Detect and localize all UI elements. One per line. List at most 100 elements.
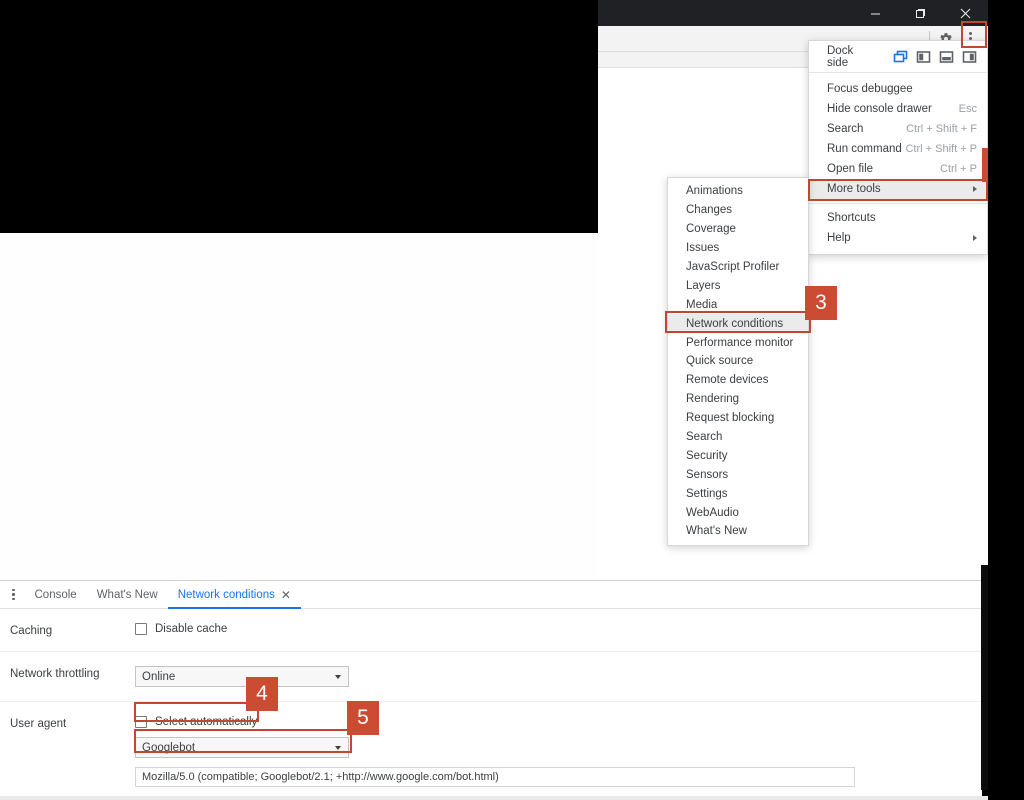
menu-item-label: Search bbox=[827, 123, 864, 135]
submenu-item-javascript-profiler[interactable]: JavaScript Profiler bbox=[668, 258, 808, 277]
network-conditions-panel: Caching Disable cache Network throttling… bbox=[0, 609, 982, 800]
menu-item-open-file[interactable]: Open file Ctrl + P bbox=[809, 159, 987, 179]
drawer-tab-whats-new[interactable]: What's New bbox=[87, 581, 168, 609]
dock-to-left-icon[interactable] bbox=[916, 50, 931, 64]
chevron-right-icon bbox=[973, 186, 977, 192]
submenu-item-rendering[interactable]: Rendering bbox=[668, 390, 808, 409]
submenu-item-issues[interactable]: Issues bbox=[668, 239, 808, 258]
submenu-item-animations[interactable]: Animations bbox=[668, 182, 808, 201]
menu-item-label: Open file bbox=[827, 163, 874, 175]
submenu-item-settings[interactable]: Settings bbox=[668, 484, 808, 503]
submenu-item-label: Coverage bbox=[686, 223, 736, 236]
menu-item-shortcut: Ctrl + Shift + P bbox=[905, 143, 977, 155]
user-agent-string-value: Mozilla/5.0 (compatible; Googlebot/2.1; … bbox=[142, 771, 499, 783]
caching-control: Disable cache bbox=[135, 623, 982, 635]
menu-item-label: Hide console drawer bbox=[827, 103, 932, 115]
devtools-drawer: Console What's New Network conditions ✕ … bbox=[0, 580, 982, 800]
dock-side-label: Dock side bbox=[827, 44, 854, 69]
undock-into-separate-window-icon[interactable] bbox=[893, 50, 908, 64]
redacted-page-viewport bbox=[0, 0, 598, 233]
menu-item-label: Help bbox=[827, 232, 851, 244]
user-agent-control: Select automatically Googlebot Mozilla/5… bbox=[135, 716, 982, 787]
caching-label: Caching bbox=[10, 625, 53, 637]
submenu-item-search[interactable]: Search bbox=[668, 428, 808, 447]
drawer-tab-label: What's New bbox=[96, 588, 158, 601]
submenu-item-label: Media bbox=[686, 298, 718, 311]
submenu-item-layers[interactable]: Layers bbox=[668, 276, 808, 295]
submenu-item-performance-monitor[interactable]: Performance monitor bbox=[668, 333, 808, 352]
badge-number: 4 bbox=[256, 682, 268, 705]
submenu-item-request-blocking[interactable]: Request blocking bbox=[668, 409, 808, 428]
drawer-tab-bar: Console What's New Network conditions ✕ bbox=[0, 581, 982, 609]
menu-item-shortcuts[interactable]: Shortcuts bbox=[809, 208, 987, 228]
submenu-item-webaudio[interactable]: WebAudio bbox=[668, 503, 808, 522]
submenu-item-changes[interactable]: Changes bbox=[668, 201, 808, 220]
dock-to-right-icon[interactable] bbox=[962, 50, 977, 64]
submenu-item-remote-devices[interactable]: Remote devices bbox=[668, 371, 808, 390]
submenu-item-whats-new[interactable]: What's New bbox=[668, 522, 808, 541]
submenu-item-label: Remote devices bbox=[686, 374, 769, 387]
submenu-item-label: JavaScript Profiler bbox=[686, 261, 780, 273]
submenu-item-media[interactable]: Media bbox=[668, 295, 808, 314]
minimize-icon[interactable] bbox=[853, 0, 898, 26]
menu-item-label: Run command bbox=[827, 143, 902, 155]
window-controls bbox=[853, 0, 988, 26]
drawer-tab-network-conditions[interactable]: Network conditions ✕ bbox=[168, 581, 301, 609]
submenu-item-label: Quick source bbox=[686, 355, 754, 368]
dock-side-row: Dock side bbox=[809, 41, 987, 73]
submenu-item-coverage[interactable]: Coverage bbox=[668, 220, 808, 239]
annotation-badge-3: 3 bbox=[805, 286, 837, 320]
menu-item-shortcut: Ctrl + Shift + F bbox=[906, 123, 977, 135]
dock-to-bottom-icon[interactable] bbox=[939, 50, 954, 64]
badge-number: 3 bbox=[815, 291, 827, 314]
user-agent-string-input[interactable]: Mozilla/5.0 (compatible; Googlebot/2.1; … bbox=[135, 767, 855, 787]
submenu-item-quick-source[interactable]: Quick source bbox=[668, 352, 808, 371]
drawer-more-icon[interactable] bbox=[12, 588, 15, 601]
close-icon[interactable]: ✕ bbox=[281, 589, 291, 601]
submenu-item-label: Issues bbox=[686, 242, 720, 255]
chevron-right-icon bbox=[973, 235, 977, 241]
page-bottom-edge bbox=[0, 796, 1024, 800]
maximize-icon[interactable] bbox=[898, 0, 943, 26]
menu-item-label: Shortcuts bbox=[827, 212, 876, 224]
submenu-item-network-conditions[interactable]: Network conditions bbox=[668, 314, 808, 334]
menu-item-label: More tools bbox=[827, 183, 881, 195]
throttling-selected-value: Online bbox=[142, 670, 176, 683]
menu-item-run-command[interactable]: Run command Ctrl + Shift + P bbox=[809, 139, 987, 159]
select-automatically-checkbox[interactable]: Select automatically bbox=[135, 716, 982, 728]
menu-item-search[interactable]: Search Ctrl + Shift + F bbox=[809, 119, 987, 139]
drawer-tab-console[interactable]: Console bbox=[25, 581, 87, 609]
right-mask bbox=[988, 0, 1024, 800]
menu-item-more-tools[interactable]: More tools bbox=[809, 179, 987, 199]
submenu-item-label: Rendering bbox=[686, 393, 740, 406]
disable-cache-checkbox[interactable]: Disable cache bbox=[135, 623, 982, 635]
network-throttling-label: Network throttling bbox=[10, 668, 100, 680]
throttling-row: Network throttling Online bbox=[0, 652, 982, 702]
devtools-main-menu: Dock side Focus debuggee Hide console dr… bbox=[808, 40, 988, 255]
disable-cache-label: Disable cache bbox=[155, 623, 228, 635]
user-agent-selected-value: Googlebot bbox=[142, 741, 196, 754]
user-agent-select[interactable]: Googlebot bbox=[135, 737, 349, 758]
close-icon[interactable] bbox=[943, 0, 988, 26]
submenu-item-security[interactable]: Security bbox=[668, 446, 808, 465]
window-title-bar bbox=[598, 0, 988, 26]
drawer-scrollbar[interactable] bbox=[981, 565, 988, 790]
menu-item-focus-debuggee[interactable]: Focus debuggee bbox=[809, 79, 987, 99]
menu-item-hide-console-drawer[interactable]: Hide console drawer Esc bbox=[809, 99, 987, 119]
submenu-item-label: Request blocking bbox=[686, 412, 775, 425]
submenu-item-label: Security bbox=[686, 449, 728, 462]
submenu-item-label: Network conditions bbox=[686, 317, 784, 330]
submenu-item-label: Animations bbox=[686, 185, 743, 198]
chevron-down-icon bbox=[335, 745, 341, 750]
annotation-badge-4: 4 bbox=[246, 677, 278, 711]
more-tools-submenu: Animations Changes Coverage Issues JavaS… bbox=[667, 177, 809, 546]
checkbox-box-icon bbox=[135, 716, 147, 728]
submenu-item-sensors[interactable]: Sensors bbox=[668, 465, 808, 484]
page-content-area bbox=[0, 233, 598, 580]
throttling-select[interactable]: Online bbox=[135, 666, 349, 687]
menu-item-help[interactable]: Help bbox=[809, 228, 987, 248]
select-automatically-label: Select automatically bbox=[155, 716, 258, 728]
screenshot-root: Dock side Focus debuggee Hide console dr… bbox=[0, 0, 1024, 800]
caching-row: Caching Disable cache bbox=[0, 609, 982, 652]
chevron-down-icon bbox=[335, 674, 341, 679]
